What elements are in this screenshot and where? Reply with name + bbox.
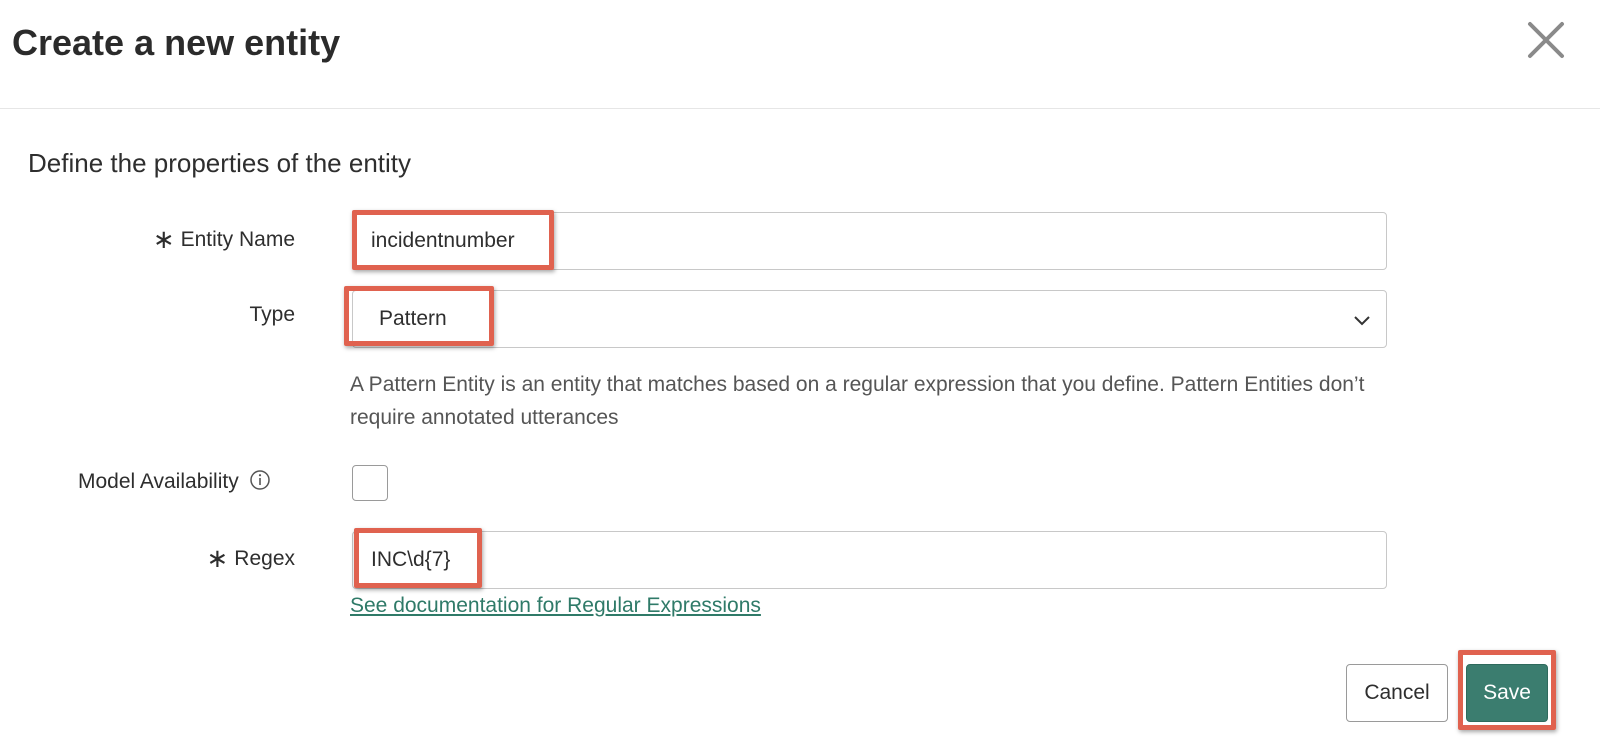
regex-input[interactable]: INC\d{7} bbox=[352, 531, 1387, 589]
close-icon bbox=[1528, 22, 1564, 58]
type-select[interactable]: Pattern bbox=[352, 290, 1387, 348]
entity-name-label-wrap: ∗ Entity Name bbox=[140, 224, 295, 255]
chevron-down-icon bbox=[1354, 316, 1370, 326]
entity-name-input[interactable]: incidentnumber bbox=[352, 212, 1387, 270]
type-label: Type bbox=[249, 303, 295, 326]
type-help-text: A Pattern Entity is an entity that match… bbox=[350, 373, 1365, 429]
create-entity-dialog: Create a new entity Define the propertie… bbox=[0, 0, 1600, 748]
regex-documentation-link[interactable]: See documentation for Regular Expression… bbox=[350, 594, 761, 618]
regex-value: INC\d{7} bbox=[371, 548, 451, 571]
required-marker: ∗ bbox=[206, 543, 229, 573]
required-marker: ∗ bbox=[152, 224, 175, 254]
model-availability-label-wrap: Model Availability bbox=[60, 469, 300, 494]
section-title: Define the properties of the entity bbox=[28, 148, 412, 178]
regex-label-wrap: ∗ Regex bbox=[140, 543, 296, 574]
cancel-button[interactable]: Cancel bbox=[1346, 664, 1448, 722]
close-button[interactable] bbox=[1524, 18, 1568, 62]
info-icon[interactable] bbox=[249, 469, 271, 491]
type-selected-value: Pattern bbox=[379, 307, 447, 330]
dialog-title: Create a new entity bbox=[12, 22, 341, 63]
model-availability-label: Model Availability bbox=[78, 470, 239, 493]
entity-name-label: Entity Name bbox=[180, 228, 295, 251]
model-availability-checkbox[interactable] bbox=[352, 465, 388, 501]
dialog-header: Create a new entity bbox=[0, 0, 1600, 109]
regex-label: Regex bbox=[234, 547, 295, 570]
entity-name-value: incidentnumber bbox=[371, 229, 515, 252]
save-button[interactable]: Save bbox=[1466, 664, 1548, 722]
